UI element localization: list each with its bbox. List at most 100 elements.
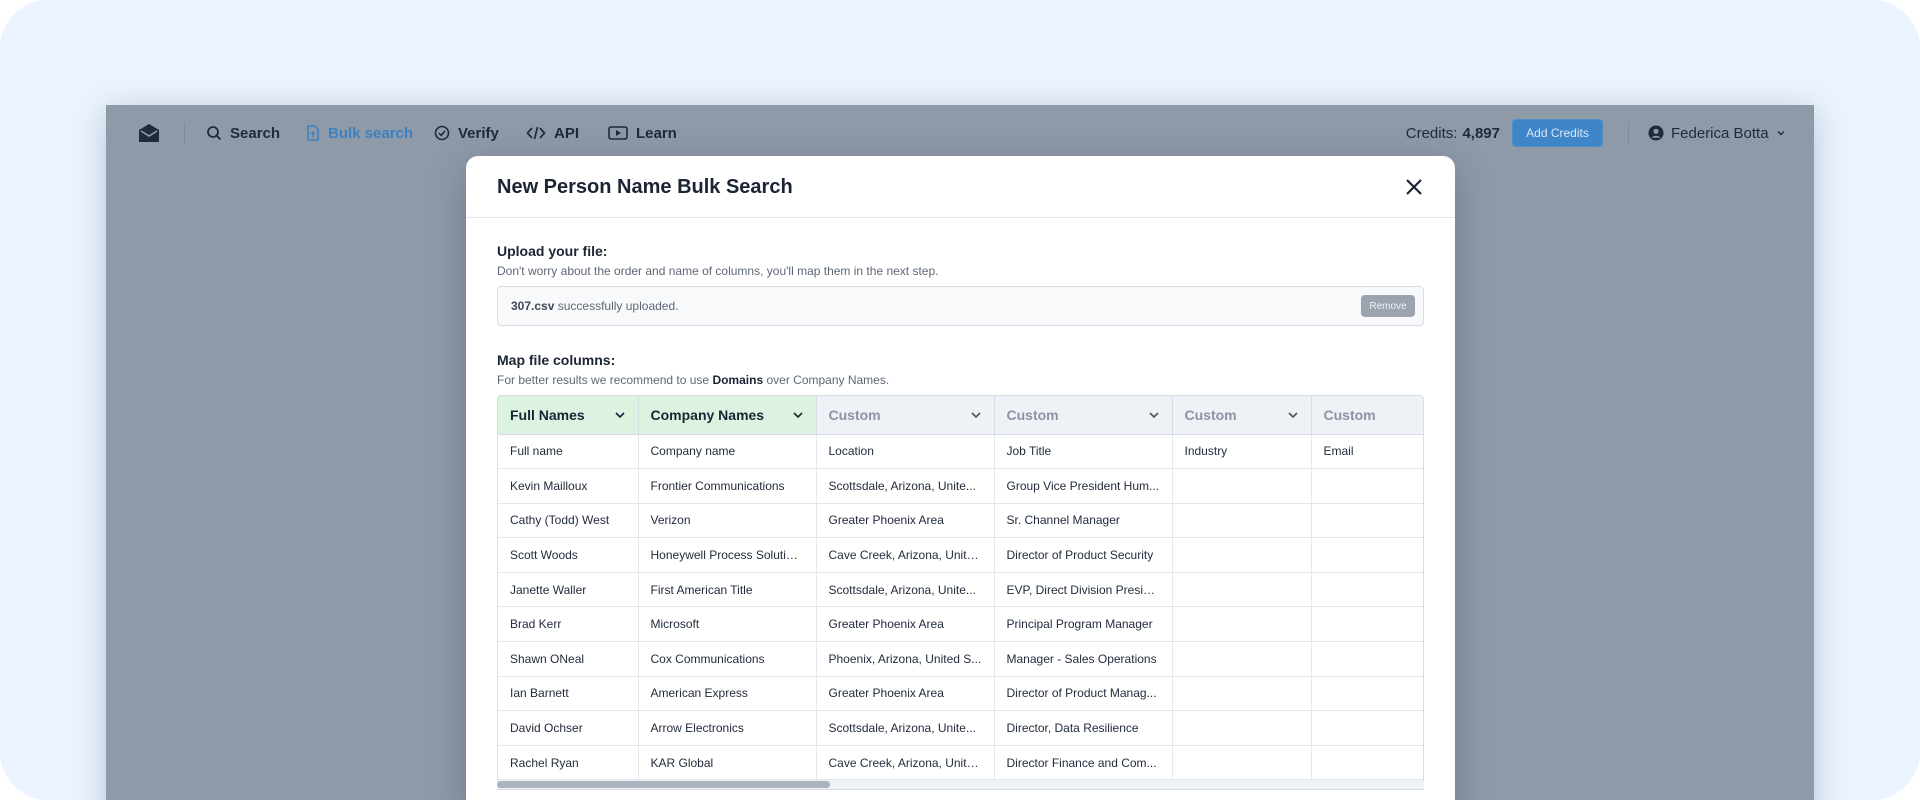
nav-api-label: API: [554, 124, 580, 142]
table-cell: [1311, 745, 1423, 781]
table-cell: American Express: [638, 676, 817, 712]
table-cell: Arrow Electronics: [638, 710, 817, 746]
table-cell: [1172, 537, 1312, 573]
table-cell: Cave Creek, Arizona, Unite...: [816, 745, 995, 781]
credits-label: Credits:: [1405, 124, 1458, 142]
table-row: Janette Waller First American Title Scotts…: [498, 572, 1423, 608]
column-mapping-label: Company Names: [650, 406, 765, 423]
horizontal-scrollbar[interactable]: [497, 780, 1424, 789]
table-cell: Location: [816, 434, 995, 470]
column-mapping-select[interactable]: Company Names: [638, 396, 817, 435]
table-cell: Scottsdale, Arizona, Unite...: [816, 468, 995, 504]
upload-title: Upload your file:: [497, 243, 608, 259]
nav-bulk-search[interactable]: Bulk search: [306, 105, 413, 161]
column-mapping-select[interactable]: Custom: [994, 396, 1173, 435]
bulk-search-modal: New Person Name Bulk Search Upload your …: [466, 156, 1455, 800]
scrollbar-thumb[interactable]: [497, 781, 830, 788]
table-cell: Ian Barnett: [498, 676, 639, 712]
table-cell: Scott Woods: [498, 537, 639, 573]
table-cell: [1172, 468, 1312, 504]
column-mapping-table: Full Names Company Names Custom Custom Custo…: [497, 395, 1424, 790]
table-cell: [1172, 710, 1312, 746]
user-menu[interactable]: Federica Botta: [1648, 105, 1786, 161]
table-cell: Honeywell Process Solutions: [638, 537, 817, 573]
table-cell: [1311, 468, 1423, 504]
table-cell: Sr. Channel Manager: [994, 503, 1173, 539]
table-cell: Greater Phoenix Area: [816, 606, 995, 643]
nav-learn[interactable]: Learn: [608, 105, 677, 161]
table-cell: Group Vice President Hum...: [994, 468, 1173, 504]
search-icon: [207, 126, 222, 141]
close-icon[interactable]: [1403, 176, 1425, 198]
modal-title: New Person Name Bulk Search: [497, 176, 793, 198]
chevron-down-icon: [1148, 412, 1159, 418]
table-cell: Principal Program Manager: [994, 606, 1173, 643]
table-cell: Shawn ONeal: [498, 641, 639, 677]
logo-envelope-icon[interactable]: [136, 120, 162, 146]
table-cell: Greater Phoenix Area: [816, 676, 995, 712]
table-row: Shawn ONeal Cox Communications Phoenix, Ar…: [498, 641, 1423, 677]
upload-status: 307.csv successfully uploaded.: [511, 299, 678, 313]
table-row: Cathy (Todd) West Verizon Greater Phoenix …: [498, 503, 1423, 539]
nav-verify[interactable]: Verify: [434, 105, 499, 161]
map-sub-suffix: over Company Names.: [766, 373, 890, 387]
nav-search[interactable]: Search: [206, 105, 280, 161]
upload-subtitle: Don't worry about the order and name of …: [497, 264, 939, 278]
column-mapping-label: Custom: [1323, 406, 1376, 423]
table-cell: First American Title: [638, 572, 817, 608]
nav-learn-label: Learn: [636, 124, 677, 142]
user-name: Federica Botta: [1671, 124, 1769, 142]
table-cell: Company name: [638, 434, 817, 470]
table-row: Rachel Ryan KAR Global Cave Creek, Arizona…: [498, 745, 1423, 781]
page-background: Search Bulk search Verify API Learn Cred…: [0, 0, 1920, 800]
table-cell: Manager - Sales Operations: [994, 641, 1173, 677]
table-cell: Phoenix, Arizona, United S...: [816, 641, 995, 677]
table-row: David Ochser Arrow Electronics Scottsdale,…: [498, 710, 1423, 746]
table-cell: Industry: [1172, 434, 1312, 470]
table-cell: Email: [1311, 434, 1423, 470]
table-cell: [1311, 503, 1423, 539]
table-cell: [1172, 503, 1312, 539]
nav-divider: [1628, 122, 1629, 144]
remove-file-button[interactable]: Remove: [1361, 295, 1415, 317]
table-cell: [1172, 606, 1312, 643]
column-mapping-select[interactable]: Full Names: [498, 396, 639, 435]
column-mapping-select[interactable]: Custom: [1172, 396, 1312, 435]
column-mapping-select[interactable]: Custom: [1311, 396, 1423, 435]
map-columns-subtitle: For better results we recommend to use D…: [497, 373, 889, 387]
chevron-down-icon: [970, 412, 981, 418]
table-row: Brad Kerr Microsoft Greater Phoenix Area Pr…: [498, 606, 1423, 643]
table-cell: [1311, 572, 1423, 608]
table-cell: Cave Creek, Arizona, Unite...: [816, 537, 995, 573]
map-sub-prefix: For better results we recommend to use: [497, 373, 710, 387]
credits-display: Credits: 4,897: [1406, 105, 1500, 161]
table-cell: [1172, 676, 1312, 712]
chevron-down-icon: [792, 412, 803, 418]
nav-verify-label: Verify: [458, 124, 499, 142]
table-cell: [1311, 676, 1423, 712]
map-sub-bold: Domains: [712, 373, 764, 387]
table-cell: [1311, 641, 1423, 677]
add-credits-button[interactable]: Add Credits: [1512, 119, 1603, 147]
column-mapping-label: Full Names: [510, 406, 585, 423]
table-cell: Rachel Ryan: [498, 745, 639, 781]
file-upload-icon: [307, 125, 319, 141]
top-navigation: Search Bulk search Verify API Learn Cred…: [106, 105, 1814, 161]
play-icon: [608, 126, 628, 140]
nav-api[interactable]: API: [526, 105, 579, 161]
table-cell: [1172, 572, 1312, 608]
map-columns-title: Map file columns:: [497, 352, 616, 368]
table-cell: Microsoft: [638, 606, 817, 643]
table-row: Kevin Mailloux Frontier Communications Sco…: [498, 468, 1423, 504]
table-cell: Greater Phoenix Area: [816, 503, 995, 539]
column-mapping-select[interactable]: Custom: [816, 396, 995, 435]
upload-file-box[interactable]: 307.csv successfully uploaded. Remove: [497, 286, 1424, 326]
table-cell: [1311, 537, 1423, 573]
table-cell: KAR Global: [638, 745, 817, 781]
table-cell: Brad Kerr: [498, 606, 639, 643]
table-cell: Director of Product Manag...: [994, 676, 1173, 712]
table-cell: Cathy (Todd) West: [498, 503, 639, 539]
table-cell: [1311, 710, 1423, 746]
nav-bulk-search-label: Bulk search: [328, 124, 414, 142]
table-cell: Director of Product Security: [994, 537, 1173, 573]
